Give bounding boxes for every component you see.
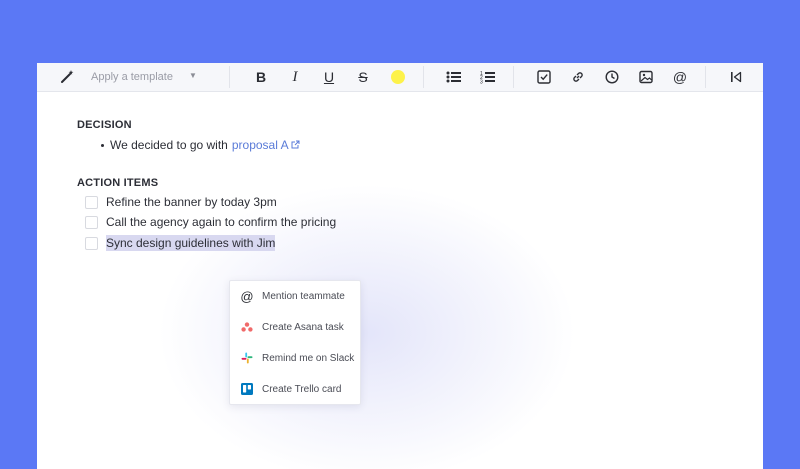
toolbar-divider <box>229 66 230 88</box>
highlight-color-icon <box>391 70 405 84</box>
bold-icon: B <box>255 69 267 85</box>
at-icon: @ <box>240 288 254 304</box>
template-selector[interactable]: Apply a template ▼ <box>57 63 227 91</box>
underline-button[interactable]: U <box>316 63 342 91</box>
task-text[interactable]: Refine the banner by today 3pm <box>106 195 277 209</box>
action-items-heading: ACTION ITEMS <box>77 177 159 189</box>
at-icon: @ <box>672 69 688 85</box>
task-checkbox[interactable] <box>85 195 98 209</box>
chevron-down-icon: ▼ <box>189 71 197 80</box>
decision-heading: DECISION <box>77 119 132 131</box>
task-row: Sync design guidelines with Jim <box>85 235 276 251</box>
collapse-button[interactable] <box>723 63 749 91</box>
skip-back-icon <box>731 71 742 83</box>
toolbar-divider <box>513 66 514 88</box>
toolbar-divider <box>423 66 424 88</box>
menu-item-asana[interactable]: Create Asana task <box>230 313 360 341</box>
task-row: Refine the banner by today 3pm <box>85 195 277 209</box>
asana-icon <box>240 320 254 334</box>
checkbox-icon <box>537 70 551 84</box>
svg-text:3: 3 <box>480 80 483 85</box>
task-row: Call the agency again to confirm the pri… <box>85 215 336 229</box>
decision-bullet: We decided to go with proposal A <box>101 138 300 152</box>
image-icon <box>639 70 653 84</box>
bold-button[interactable]: B <box>248 63 274 91</box>
task-text[interactable]: Call the agency again to confirm the pri… <box>106 215 336 229</box>
magic-wand-icon <box>57 67 77 87</box>
bullet-list-button[interactable] <box>441 63 467 91</box>
menu-item-label: Mention teammate <box>262 290 345 302</box>
toolbar-divider <box>705 66 706 88</box>
strikethrough-button[interactable]: S <box>350 63 376 91</box>
image-button[interactable] <box>633 63 659 91</box>
numbered-list-button[interactable]: 123 <box>475 63 501 91</box>
proposal-link[interactable]: proposal A <box>232 138 289 152</box>
menu-item-slack[interactable]: Remind me on Slack <box>230 344 360 372</box>
menu-item-label: Create Asana task <box>262 321 344 333</box>
trello-icon <box>240 382 254 396</box>
bullet-dot <box>101 143 104 147</box>
link-icon <box>573 72 583 82</box>
reminder-button[interactable] <box>599 63 625 91</box>
checklist-button[interactable] <box>531 63 557 91</box>
clock-icon <box>605 70 619 84</box>
task-checkbox[interactable] <box>85 236 98 250</box>
menu-item-label: Create Trello card <box>262 383 342 395</box>
underline-icon: U <box>323 69 335 85</box>
menu-item-label: Remind me on Slack <box>262 352 355 364</box>
template-placeholder: Apply a template <box>91 71 173 83</box>
external-link-icon <box>291 138 300 152</box>
mention-button[interactable]: @ <box>667 63 693 91</box>
link-button[interactable] <box>565 63 591 91</box>
editor-toolbar: Apply a template ▼ B I U S 123 @ <box>37 63 763 92</box>
slack-icon <box>240 351 254 365</box>
menu-item-trello[interactable]: Create Trello card <box>230 375 360 403</box>
italic-button[interactable]: I <box>282 63 308 91</box>
highlight-button[interactable] <box>385 63 411 91</box>
editor-window: Apply a template ▼ B I U S 123 @ DECISIO… <box>37 63 763 469</box>
menu-item-mention[interactable]: @ Mention teammate <box>230 282 360 310</box>
task-action-menu: @ Mention teammate Create Asana task Rem… <box>229 280 361 405</box>
decision-text: We decided to go with <box>110 138 228 152</box>
editor-content[interactable]: DECISION We decided to go with proposal … <box>37 91 763 469</box>
italic-icon: I <box>292 68 298 85</box>
bullet-list-icon <box>446 71 461 83</box>
numbered-list-icon: 123 <box>480 71 495 85</box>
selected-task-text[interactable]: Sync design guidelines with Jim <box>106 235 276 251</box>
strikethrough-icon: S <box>358 69 368 85</box>
task-checkbox[interactable] <box>85 215 98 229</box>
